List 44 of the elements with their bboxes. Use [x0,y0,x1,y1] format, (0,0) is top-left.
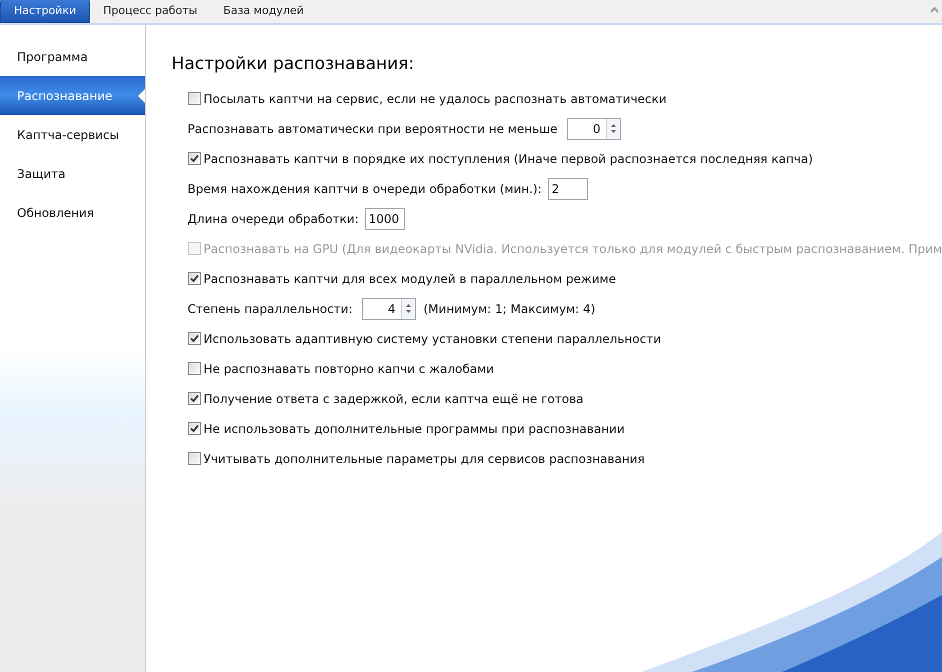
field-label: Длина очереди обработки: [188,210,359,228]
checkbox[interactable] [188,272,201,285]
checkbox[interactable] [188,362,201,375]
tab[interactable]: Процесс работы [90,0,210,23]
checkbox[interactable] [188,422,201,435]
field-label: Распознавать автоматически при вероятности не меньше [188,120,558,138]
spin-down-icon[interactable] [610,130,616,133]
checkmark-icon [190,154,199,163]
checkbox-label: Не распознавать повторно капчи с жалобами [204,360,494,378]
checkbox[interactable] [188,332,201,345]
tab[interactable]: База модулей [210,0,317,23]
checkbox[interactable] [188,92,201,105]
spin-field[interactable]: 0 [566,118,621,140]
sidebar-item[interactable]: Каптча-сервисы [0,115,145,154]
sidebar-item[interactable]: Программа [0,37,145,76]
checkbox-label: Распознавать каптчи для всех модулей в параллельном режиме [204,270,616,288]
sidebar-item[interactable]: Распознавание [0,76,145,115]
field-label: Время нахождения каптчи в очереди обработки (мин.): [188,180,542,198]
sidebar-item[interactable]: Обновления [0,193,145,232]
checkmark-icon [190,424,199,433]
checkmark-icon [190,334,199,343]
spin-field[interactable]: 4 [362,298,416,320]
checkmark-icon [190,394,199,403]
checkbox[interactable] [188,392,201,405]
checkbox[interactable] [188,452,201,465]
spin-down-icon[interactable] [406,310,410,313]
checkbox-label: Использовать адаптивную систему установки степени параллельности [204,330,662,348]
checkbox-label: Распознавать на GPU (Для видеокарты NVidia. Используется только для модулей с быстрым распознаванием. Прим [204,240,942,258]
spin-up-icon[interactable] [610,124,616,127]
input-field[interactable]: 2 [548,178,588,200]
checkbox-label: Посылать каптчи на сервис, если не удалось распознать автоматически [204,90,667,108]
checkbox-label: Распознавать каптчи в порядке их поступления (Иначе первой распознается последняя капча) [204,150,813,168]
checkbox-label: Получение ответа с задержкой, если каптча ещё не готова [204,390,584,408]
checkbox-label: Не использовать дополнительные программы при распознавании [204,420,625,438]
checkbox[interactable] [188,152,201,165]
field-label: Степень параллельности: [188,300,352,318]
checkbox-label: Учитывать дополнительные параметры для сервисов распознавания [204,450,645,468]
checkmark-icon [190,274,199,283]
input-field[interactable]: 1000 [364,208,405,230]
tab[interactable]: Настройки [0,0,90,23]
sidebar-item[interactable]: Защита [0,154,145,193]
spin-up-icon[interactable] [406,304,410,307]
section-heading: Настройки распознавания: [172,53,416,76]
range-note: (Минимум: 1; Максимум: 4) [424,300,596,318]
